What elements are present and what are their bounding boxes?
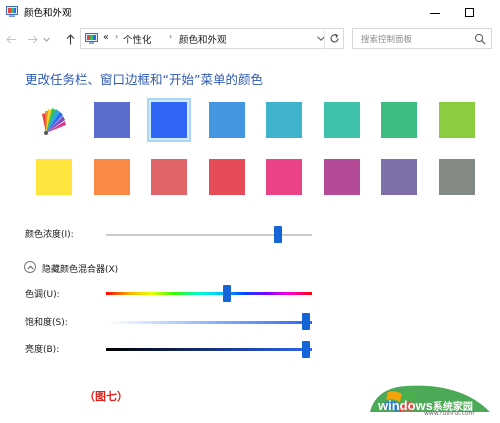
- swatch-fill: [438, 159, 475, 195]
- breadcrumb-separator-icon: ›: [115, 32, 119, 41]
- forward-button[interactable]: [22, 29, 42, 49]
- swatch-fill: [93, 159, 130, 195]
- swatch-fill: [208, 159, 245, 195]
- swatch-fill: [381, 102, 417, 138]
- hue-slider-thumb[interactable]: [222, 285, 231, 302]
- hue-label: 色调(U):: [25, 290, 60, 300]
- breadcrumb-personalization[interactable]: 个性化: [123, 32, 152, 46]
- breadcrumb-color-appearance[interactable]: 颜色和外观: [179, 32, 227, 46]
- color-mixer-toggle-button[interactable]: [24, 261, 36, 273]
- back-button[interactable]: [1, 29, 21, 49]
- color-swatch-automatic[interactable]: [32, 98, 76, 142]
- swatch-fill: [93, 102, 130, 138]
- back-arrow-icon: [5, 35, 16, 43]
- color-swatch[interactable]: [147, 155, 191, 199]
- chevron-down-icon: [42, 37, 50, 42]
- breadcrumb-separator-icon: ›: [169, 32, 173, 41]
- color-swatch[interactable]: [262, 98, 306, 142]
- color-swatch[interactable]: [90, 98, 134, 142]
- swatch-fill: [266, 102, 302, 138]
- color-fan-icon: [42, 108, 66, 135]
- minimize-icon: [430, 12, 440, 14]
- minimize-button[interactable]: [418, 0, 452, 24]
- address-bar[interactable]: « › 个性化 › 颜色和外观: [80, 28, 344, 49]
- saturation-slider-track[interactable]: [106, 321, 312, 324]
- swatch-fill: [266, 159, 302, 195]
- color-swatch[interactable]: [377, 155, 421, 199]
- color-swatch[interactable]: [32, 155, 76, 199]
- color-swatch[interactable]: [262, 155, 306, 199]
- chevron-up-icon: [26, 264, 34, 269]
- window-title: 颜色和外观: [24, 8, 72, 19]
- search-icon: [474, 33, 486, 45]
- refresh-button[interactable]: [324, 28, 344, 49]
- swatch-fill: [323, 102, 360, 138]
- breadcrumb-overflow[interactable]: «: [103, 32, 109, 43]
- color-swatch[interactable]: [435, 98, 479, 142]
- swatch-fill: [208, 102, 245, 138]
- color-swatch[interactable]: [205, 155, 249, 199]
- recent-locations-button[interactable]: [40, 29, 52, 49]
- color-mixer-toggle-label[interactable]: 隐藏颜色混合器(X): [42, 262, 118, 275]
- page-heading: 更改任务栏、窗口边框和“开始”菜单的颜色: [25, 72, 263, 87]
- watermark-url: www.ruinrui.com: [424, 410, 475, 417]
- up-arrow-icon: [66, 33, 74, 44]
- color-appearance-app-icon: [6, 6, 18, 17]
- control-panel-location-icon: [85, 33, 98, 44]
- swatch-fill: [151, 102, 187, 138]
- up-button[interactable]: [60, 29, 80, 49]
- brightness-label: 亮度(B):: [25, 345, 60, 355]
- title-bar: 颜色和外观: [0, 0, 500, 26]
- color-swatch[interactable]: [377, 98, 421, 142]
- color-swatch[interactable]: [147, 98, 191, 142]
- color-swatch[interactable]: [205, 98, 249, 142]
- swatch-fill: [323, 159, 360, 195]
- color-swatch[interactable]: [435, 155, 479, 199]
- intensity-label: 颜色浓度(I):: [25, 230, 74, 240]
- maximize-icon: [464, 7, 474, 17]
- swatch-fill: [36, 102, 72, 138]
- intensity-slider-thumb[interactable]: [274, 226, 283, 243]
- maximize-button[interactable]: [452, 0, 486, 24]
- forward-arrow-icon: [27, 35, 38, 43]
- swatch-fill: [438, 102, 475, 138]
- color-swatch[interactable]: [320, 98, 364, 142]
- color-swatch[interactable]: [320, 155, 364, 199]
- search-placeholder: 搜索控制面板: [361, 35, 413, 45]
- search-box[interactable]: 搜索控制面板: [352, 28, 492, 49]
- swatch-fill: [381, 159, 417, 195]
- brightness-slider-track[interactable]: [106, 348, 312, 351]
- hue-slider-track[interactable]: [106, 292, 312, 295]
- saturation-label: 饱和度(S):: [25, 318, 68, 328]
- brightness-slider-thumb[interactable]: [302, 341, 310, 358]
- refresh-icon: [330, 33, 339, 43]
- color-swatch[interactable]: [90, 155, 134, 199]
- figure-caption: （图七）: [84, 390, 128, 403]
- saturation-slider-thumb[interactable]: [302, 313, 310, 330]
- swatch-fill: [151, 159, 187, 195]
- swatch-fill: [36, 159, 72, 195]
